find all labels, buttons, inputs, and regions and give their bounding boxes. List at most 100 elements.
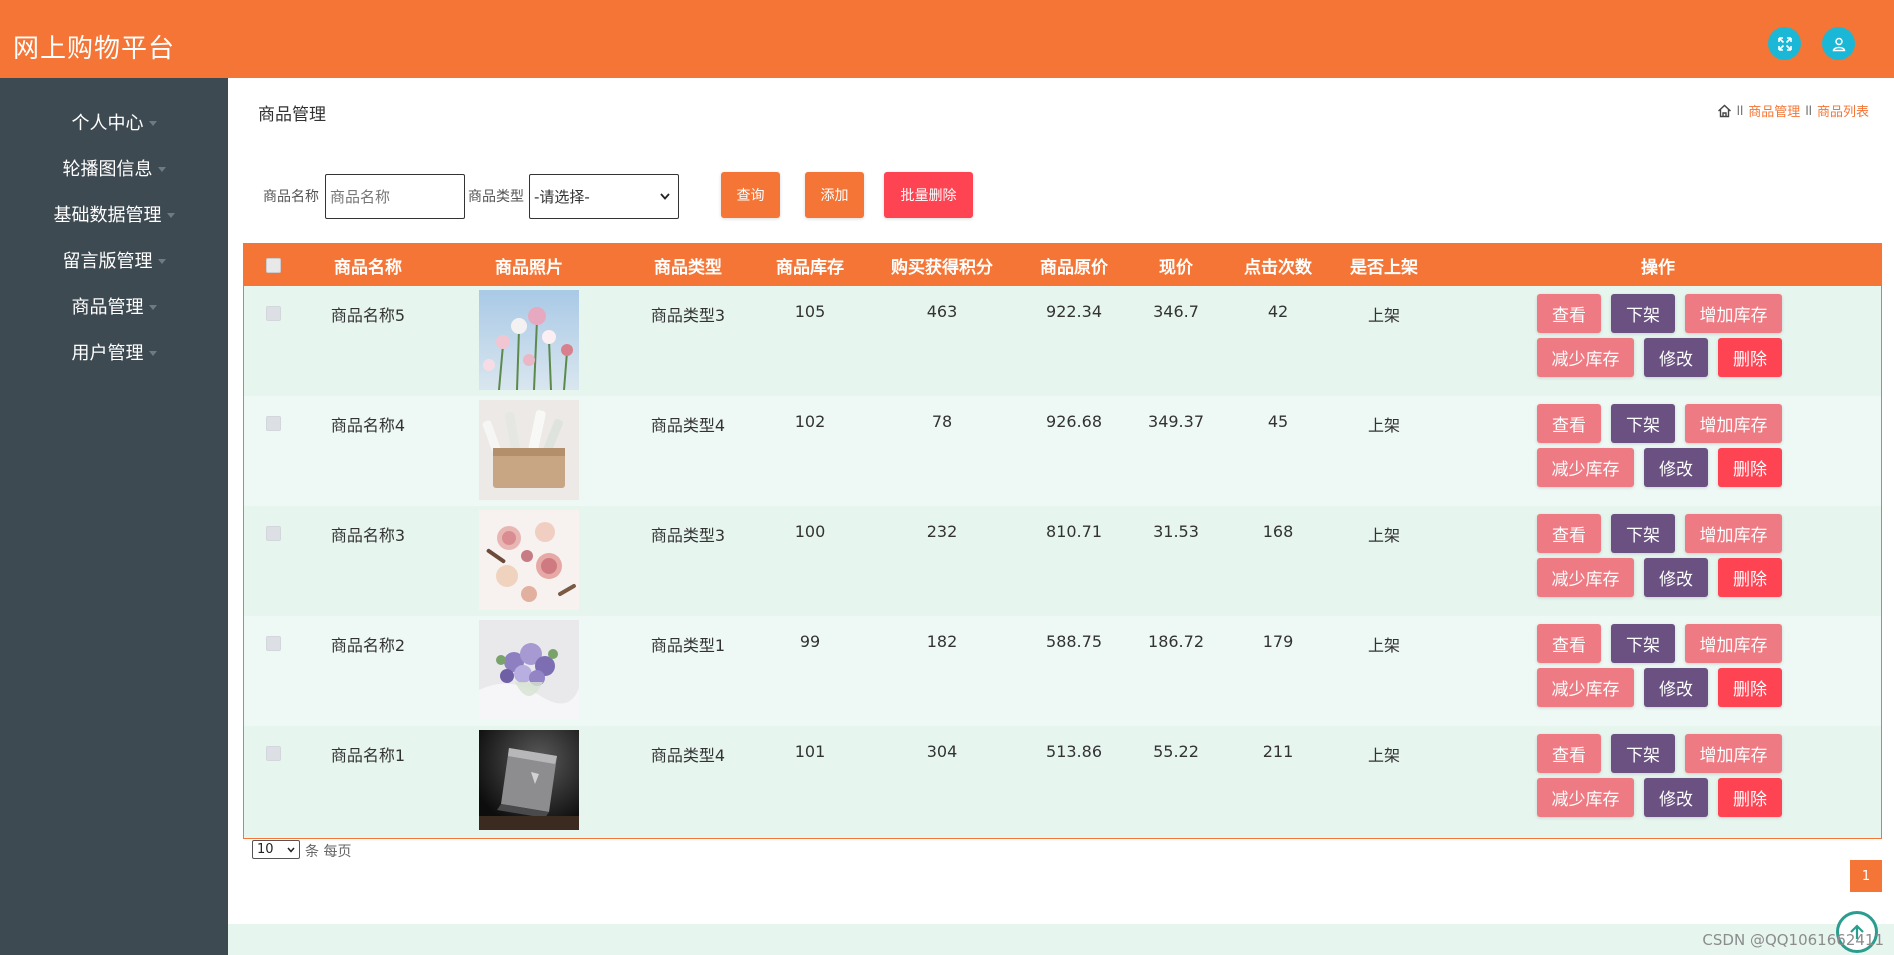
- page-number-current[interactable]: 1: [1850, 860, 1882, 892]
- app-title: 网上购物平台: [13, 34, 176, 64]
- main-content: 商品管理 ll 商品管理 ll 商品列表 商品名称 商品类型 -请选择- 查询 …: [228, 78, 1894, 955]
- off-shelf-button[interactable]: 下架: [1611, 294, 1675, 333]
- goods-points-cell: 232: [926, 522, 958, 541]
- column-header: 商品原价: [1040, 257, 1108, 278]
- reduce-stock-button[interactable]: 减少库存: [1537, 778, 1634, 817]
- row-checkbox[interactable]: [266, 416, 281, 431]
- sidebar-item-carousel[interactable]: 轮播图信息: [0, 148, 228, 188]
- row-checkbox[interactable]: [266, 306, 281, 321]
- sidebar-item-goods[interactable]: 商品管理: [0, 286, 228, 326]
- edit-button[interactable]: 修改: [1644, 448, 1708, 487]
- caret-down-icon: [157, 167, 166, 172]
- sidebar-item-base-data[interactable]: 基础数据管理: [0, 194, 228, 234]
- page-size-value: 10: [257, 842, 274, 857]
- column-header: 点击次数: [1244, 257, 1312, 278]
- goods-clicks-cell: 168: [1262, 522, 1294, 541]
- column-header: 现价: [1159, 257, 1193, 278]
- add-stock-button[interactable]: 增加库存: [1685, 734, 1782, 773]
- edit-button[interactable]: 修改: [1644, 558, 1708, 597]
- goods-shelf-status-cell: 上架: [1367, 306, 1401, 325]
- table-row: 商品名称2 商品类型1 99 182 588.75 186.72 179 上架 …: [244, 616, 1881, 726]
- off-shelf-button[interactable]: 下架: [1611, 514, 1675, 553]
- delete-button[interactable]: 删除: [1718, 558, 1782, 597]
- goods-name-cell: 商品名称5: [330, 306, 406, 325]
- batch-delete-button[interactable]: 批量删除: [884, 172, 973, 218]
- page-size-select[interactable]: 10: [252, 840, 300, 859]
- breadcrumb-item-goods-list[interactable]: 商品列表: [1817, 101, 1869, 120]
- delete-button[interactable]: 删除: [1718, 448, 1782, 487]
- view-button[interactable]: 查看: [1537, 294, 1601, 333]
- edit-button[interactable]: 修改: [1644, 778, 1708, 817]
- view-button[interactable]: 查看: [1537, 734, 1601, 773]
- column-header: 购买获得积分: [891, 257, 993, 278]
- reduce-stock-button[interactable]: 减少库存: [1537, 448, 1634, 487]
- user-icon[interactable]: [1822, 27, 1855, 60]
- sidebar-item-message-board[interactable]: 留言版管理: [0, 240, 228, 280]
- delete-button[interactable]: 删除: [1718, 338, 1782, 377]
- table-row: 商品名称1 商品类型4 101 304 513.86 55.22 211 上架 …: [244, 726, 1881, 836]
- goods-photo-bouquet: [479, 620, 579, 720]
- goods-original-price-cell: 513.86: [1046, 742, 1102, 761]
- goods-original-price-cell: 588.75: [1046, 632, 1102, 651]
- add-stock-button[interactable]: 增加库存: [1685, 624, 1782, 663]
- goods-points-cell: 182: [926, 632, 958, 651]
- home-icon[interactable]: [1717, 104, 1732, 118]
- footer-band: [228, 924, 1894, 955]
- edit-button[interactable]: 修改: [1644, 668, 1708, 707]
- sidebar: 个人中心 轮播图信息 基础数据管理 留言版管理 商品管理 用户管理: [0, 78, 228, 955]
- goods-table: 商品名称 商品照片 商品类型 商品库存 购买获得积分 商品原价 现价 点击次数 …: [243, 243, 1882, 839]
- column-header: 操作: [1641, 257, 1675, 278]
- column-header: 商品类型: [654, 257, 722, 278]
- view-button[interactable]: 查看: [1537, 624, 1601, 663]
- goods-photo-cosmetics-box: [479, 400, 579, 500]
- goods-type-select[interactable]: -请选择-: [529, 174, 679, 219]
- top-header: 网上购物平台: [0, 0, 1894, 78]
- view-button[interactable]: 查看: [1537, 514, 1601, 553]
- caret-down-icon: [148, 305, 157, 310]
- reduce-stock-button[interactable]: 减少库存: [1537, 338, 1634, 377]
- row-checkbox[interactable]: [266, 746, 281, 761]
- goods-shelf-status-cell: 上架: [1367, 526, 1401, 545]
- breadcrumb-separator: ll: [1736, 103, 1744, 118]
- add-stock-button[interactable]: 增加库存: [1685, 294, 1782, 333]
- query-button[interactable]: 查询: [721, 172, 780, 218]
- goods-shelf-status-cell: 上架: [1367, 746, 1401, 765]
- goods-name-cell: 商品名称4: [330, 416, 406, 435]
- column-header: 商品照片: [495, 257, 563, 278]
- reduce-stock-button[interactable]: 减少库存: [1537, 558, 1634, 597]
- sidebar-item-users[interactable]: 用户管理: [0, 332, 228, 372]
- reduce-stock-button[interactable]: 减少库存: [1537, 668, 1634, 707]
- add-button[interactable]: 添加: [805, 172, 864, 218]
- goods-name-input[interactable]: [325, 174, 465, 219]
- delete-button[interactable]: 删除: [1718, 778, 1782, 817]
- off-shelf-button[interactable]: 下架: [1611, 404, 1675, 443]
- off-shelf-button[interactable]: 下架: [1611, 624, 1675, 663]
- goods-type-cell: 商品类型4: [650, 746, 726, 765]
- row-checkbox[interactable]: [266, 636, 281, 651]
- caret-down-icon: [166, 213, 175, 218]
- caret-down-icon: [148, 121, 157, 126]
- breadcrumb-item-goods[interactable]: 商品管理: [1748, 101, 1800, 120]
- fullscreen-icon[interactable]: [1768, 27, 1801, 60]
- sidebar-item-label: 个人中心: [71, 113, 144, 134]
- edit-button[interactable]: 修改: [1644, 338, 1708, 377]
- off-shelf-button[interactable]: 下架: [1611, 734, 1675, 773]
- goods-stock-cell: 100: [794, 522, 826, 541]
- select-all-checkbox[interactable]: [266, 258, 281, 273]
- add-stock-button[interactable]: 增加库存: [1685, 404, 1782, 443]
- goods-price-cell: 31.53: [1153, 522, 1199, 541]
- goods-stock-cell: 101: [794, 742, 826, 761]
- add-stock-button[interactable]: 增加库存: [1685, 514, 1782, 553]
- view-button[interactable]: 查看: [1537, 404, 1601, 443]
- table-row: 商品名称4 商品类型4 102 78 926.68 349.37 45 上架 查…: [244, 396, 1881, 506]
- goods-photo-laptop: [479, 730, 579, 830]
- goods-shelf-status-cell: 上架: [1367, 416, 1401, 435]
- goods-points-cell: 463: [926, 302, 958, 321]
- goods-clicks-cell: 42: [1267, 302, 1289, 321]
- column-header: 商品库存: [776, 257, 844, 278]
- goods-name-cell: 商品名称3: [330, 526, 406, 545]
- row-checkbox[interactable]: [266, 526, 281, 541]
- delete-button[interactable]: 删除: [1718, 668, 1782, 707]
- caret-down-icon: [157, 259, 166, 264]
- sidebar-item-personal-center[interactable]: 个人中心: [0, 102, 228, 142]
